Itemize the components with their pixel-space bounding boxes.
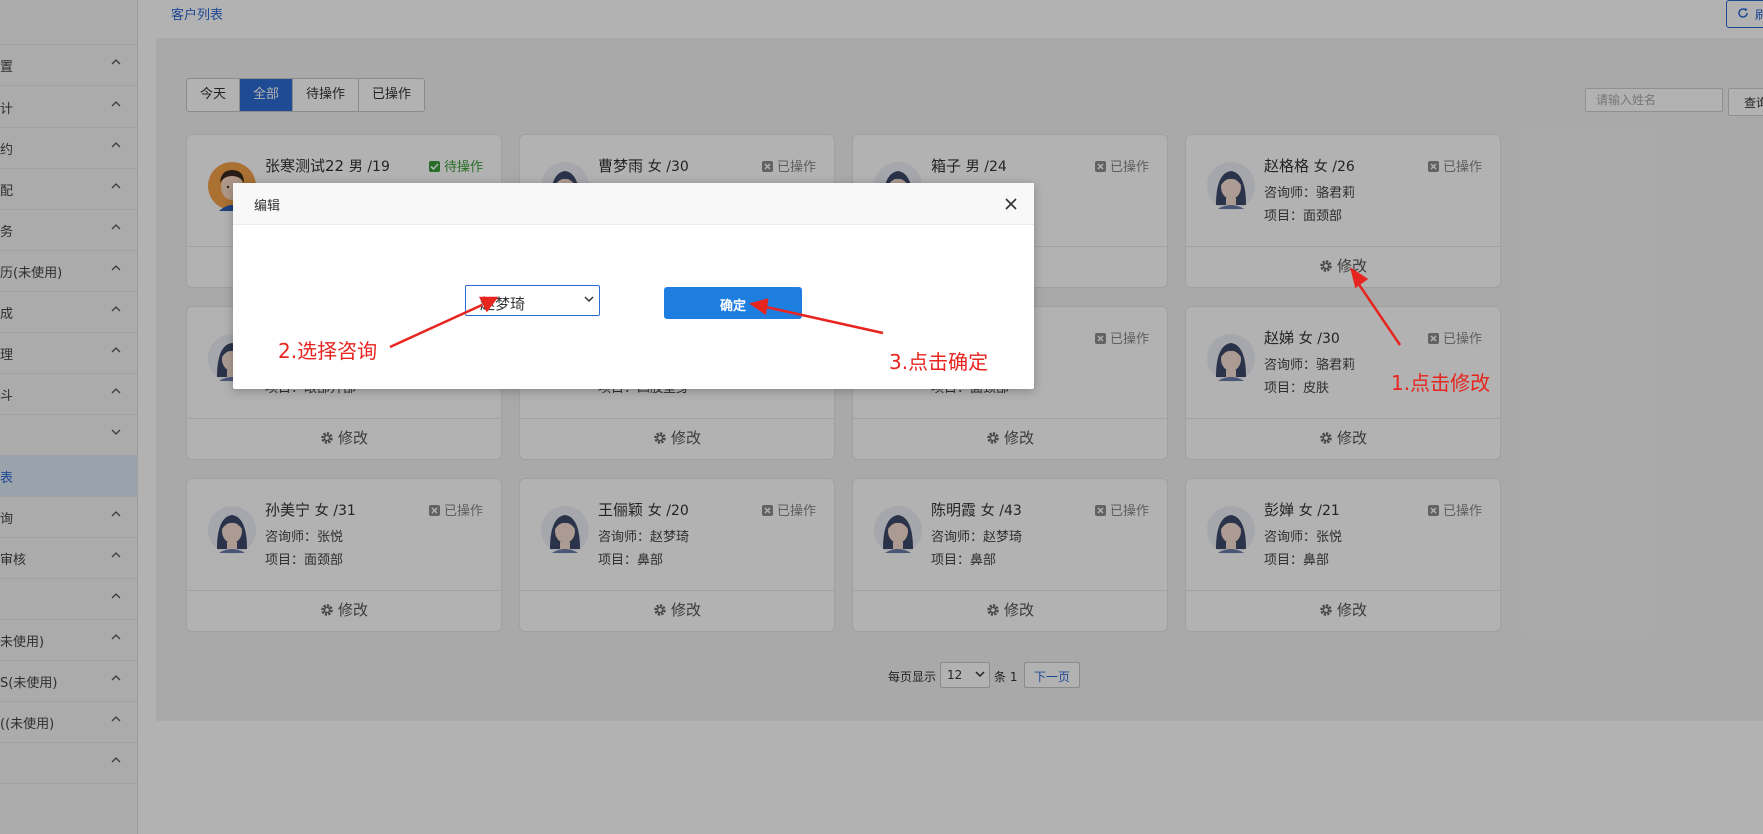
chevron-down-icon (584, 296, 594, 303)
confirm-button[interactable]: 确定 (664, 287, 802, 319)
consultant-select-value: 赵梦琦 (480, 295, 526, 313)
close-icon[interactable] (1002, 195, 1020, 213)
dialog-title: 编辑 (254, 199, 281, 214)
annotation-step3: 3.点击确定 (889, 350, 989, 374)
annotation-step2: 2.选择咨询 (278, 339, 378, 363)
modal-backdrop[interactable] (0, 0, 1763, 834)
annotation-step1: 1.点击修改 (1391, 371, 1491, 395)
dialog-header: 编辑 (233, 183, 1034, 225)
consultant-select[interactable]: 赵梦琦 (465, 285, 600, 316)
confirm-label: 确定 (720, 299, 747, 314)
